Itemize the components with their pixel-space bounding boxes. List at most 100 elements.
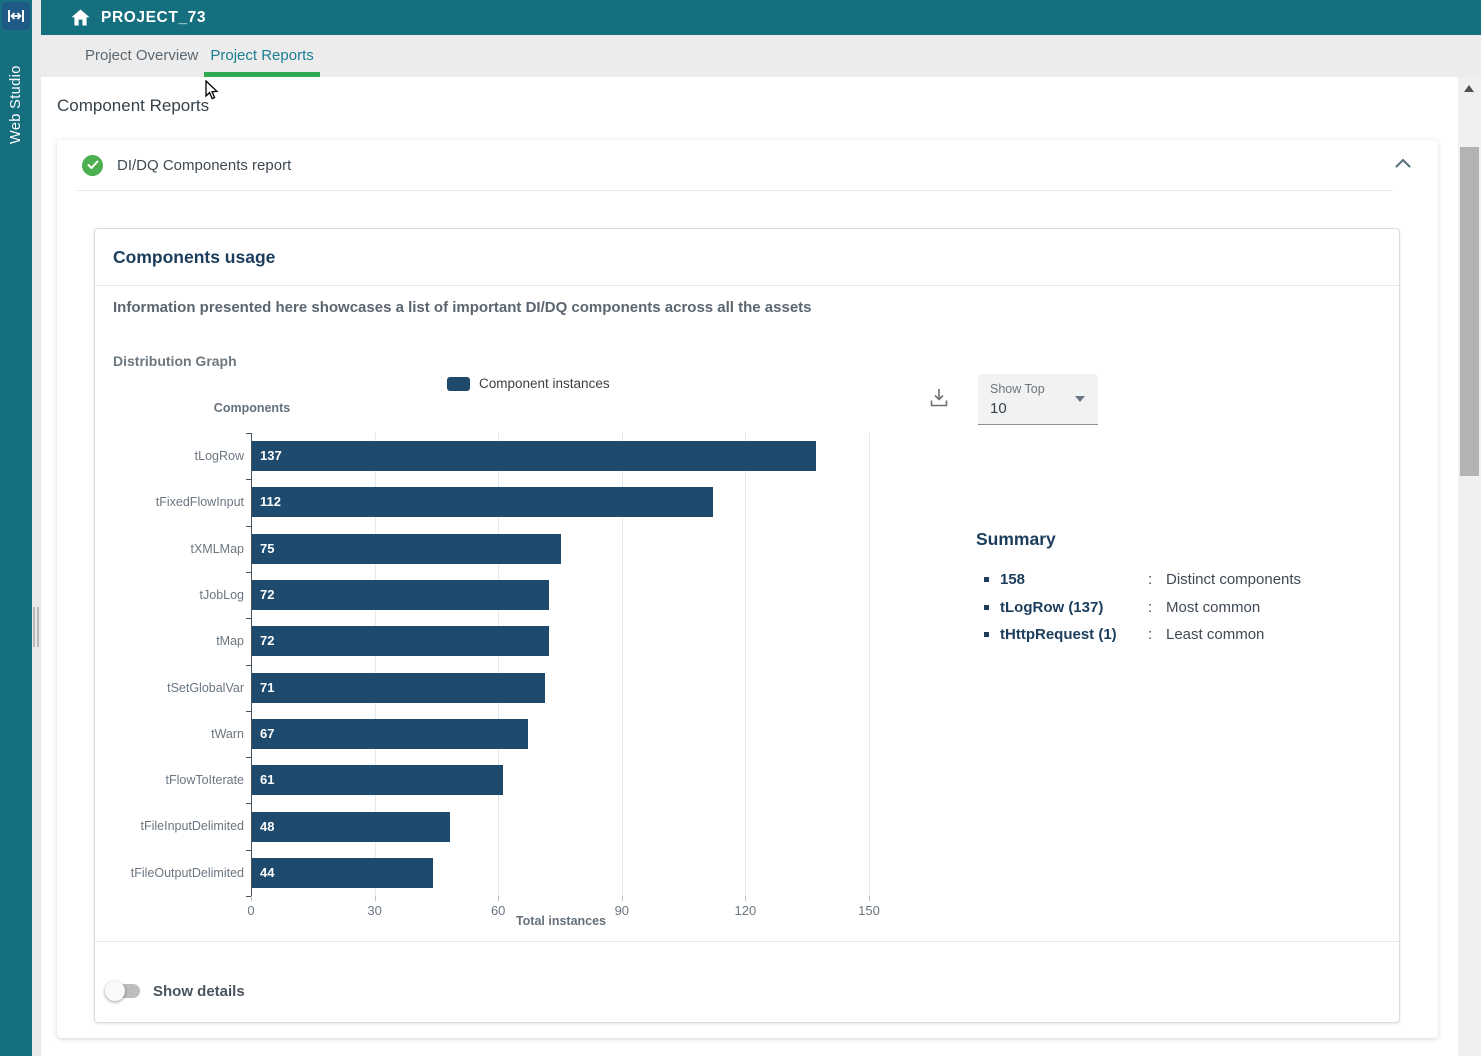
show-top-label: Show Top [990, 382, 1086, 396]
tab-project-overview[interactable]: Project Overview [79, 35, 204, 77]
app-name-vertical: Web Studio [0, 50, 32, 160]
success-check-icon [82, 155, 103, 176]
summary-value: tLogRow (137) [1000, 599, 1148, 616]
x-axis-tick-label: 120 [725, 903, 765, 918]
bar-row: tJobLog72 [251, 572, 871, 618]
report-accordion-header[interactable]: DI/DQ Components report [57, 140, 1438, 190]
summary-label: Distinct components [1164, 571, 1376, 588]
bar-value-label: 112 [252, 487, 713, 517]
bar[interactable]: 67 [252, 719, 528, 749]
panel-collapse-button[interactable] [2, 2, 30, 30]
panel-splitter [32, 0, 41, 1056]
x-axis-tick-label: 0 [231, 903, 271, 918]
legend-label: Component instances [479, 376, 610, 391]
x-axis-tick [498, 896, 499, 901]
bar-value-label: 61 [252, 765, 503, 795]
bar-value-label: 71 [252, 673, 545, 703]
category-label: tFileInputDelimited [54, 803, 244, 849]
category-label: tWarn [54, 711, 244, 757]
bar-value-label: 44 [252, 858, 433, 888]
summary-list: 158 : Distinct components tLogRow (137) … [976, 566, 1376, 649]
tab-project-reports[interactable]: Project Reports [204, 35, 319, 77]
bar-value-label: 48 [252, 812, 450, 842]
bar[interactable]: 44 [252, 858, 433, 888]
show-top-select[interactable]: Show Top 10 [978, 374, 1098, 425]
bar-row: tFileInputDelimited48 [251, 803, 871, 849]
report-panel: DI/DQ Components report Components usage… [57, 140, 1438, 1038]
bar-row: tXMLMap75 [251, 526, 871, 572]
card-footer: Show details [105, 981, 245, 1001]
show-top-value: 10 [990, 400, 1086, 417]
caret-down-icon [1075, 396, 1085, 402]
summary-section: Summary 158 : Distinct components tLogRo… [976, 529, 1376, 649]
project-title: PROJECT_73 [101, 9, 206, 27]
home-button[interactable] [68, 6, 92, 30]
show-details-label: Show details [153, 983, 245, 1000]
download-chart-button[interactable] [927, 385, 951, 409]
project-header-bar: PROJECT_73 [41, 0, 1481, 35]
summary-separator: : [1148, 599, 1164, 616]
bar-row: tFixedFlowInput112 [251, 479, 871, 525]
bar-value-label: 72 [252, 580, 549, 610]
bullet-icon [984, 632, 989, 637]
bar-chart-plot: Total instances 0306090120150tLogRow137t… [251, 433, 871, 896]
divider [77, 190, 1393, 191]
category-label: tFixedFlowInput [54, 479, 244, 525]
bar[interactable]: 72 [252, 626, 549, 656]
bar[interactable]: 112 [252, 487, 713, 517]
legend-swatch [447, 377, 470, 391]
active-tab-underline [204, 72, 319, 77]
summary-label: Most common [1164, 599, 1376, 616]
card-description: Information presented here showcases a l… [113, 299, 812, 316]
page-title: Component Reports [57, 96, 209, 116]
chart-legend-item[interactable]: Component instances [447, 376, 610, 391]
x-axis-tick-label: 30 [355, 903, 395, 918]
horizontal-resize-icon [7, 9, 25, 23]
summary-separator: : [1148, 626, 1164, 643]
bar-row: tLogRow137 [251, 433, 871, 479]
tab-bar: Project Overview Project Reports [41, 35, 1481, 77]
app-window: Web Studio PROJECT_73 Project Overview P… [0, 0, 1481, 1056]
summary-separator: : [1148, 571, 1164, 588]
components-usage-card: Components usage Information presented h… [94, 228, 1400, 1023]
summary-label: Least common [1164, 626, 1376, 643]
collapse-report-button[interactable] [1394, 156, 1412, 170]
report-title: DI/DQ Components report [117, 157, 291, 174]
vertical-scrollbar [1458, 77, 1481, 1056]
tab-label: Project Reports [210, 47, 313, 64]
splitter-drag-handle[interactable] [33, 607, 39, 647]
bar[interactable]: 75 [252, 534, 561, 564]
bar[interactable]: 71 [252, 673, 545, 703]
card-title: Components usage [113, 247, 275, 268]
scrollbar-up-arrow[interactable] [1464, 85, 1474, 92]
x-axis-tick [375, 896, 376, 901]
download-icon [930, 388, 948, 407]
x-axis-tick-label: 90 [602, 903, 642, 918]
bar-value-label: 137 [252, 441, 816, 471]
divider [95, 941, 1399, 942]
show-details-toggle[interactable] [105, 981, 141, 1001]
bar-row: tSetGlobalVar71 [251, 665, 871, 711]
category-label: tFlowToIterate [54, 757, 244, 803]
x-axis-tick [251, 896, 252, 901]
bullet-icon [984, 577, 989, 582]
y-axis-title: Components [192, 401, 312, 415]
bar[interactable]: 48 [252, 812, 450, 842]
bar-row: tFlowToIterate61 [251, 757, 871, 803]
category-label: tMap [54, 618, 244, 664]
bar[interactable]: 61 [252, 765, 503, 795]
summary-value: 158 [1000, 571, 1148, 588]
y-axis-tick [246, 896, 251, 897]
category-label: tJobLog [54, 572, 244, 618]
toggle-knob [105, 981, 125, 1001]
scrollbar-thumb[interactable] [1460, 147, 1479, 476]
category-label: tXMLMap [54, 526, 244, 572]
x-axis-tick-label: 60 [478, 903, 518, 918]
bar[interactable]: 72 [252, 580, 549, 610]
bar-value-label: 72 [252, 626, 549, 656]
bar-row: tFileOutputDelimited44 [251, 850, 871, 896]
bar[interactable]: 137 [252, 441, 816, 471]
category-label: tFileOutputDelimited [54, 850, 244, 896]
bar-row: tMap72 [251, 618, 871, 664]
summary-title: Summary [976, 529, 1376, 550]
